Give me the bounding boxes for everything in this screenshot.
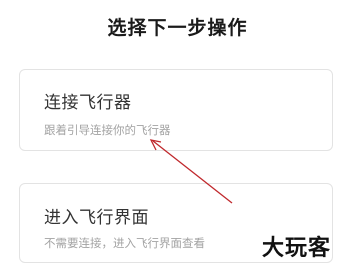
enter-flight-view-title: 进入飞行界面 bbox=[44, 208, 149, 228]
page-title: 选择下一步操作 bbox=[107, 17, 248, 39]
connect-aircraft-title: 连接飞行器 bbox=[44, 93, 132, 113]
enter-flight-view-description: 不需要连接，进入飞行界面查看 bbox=[44, 236, 205, 250]
watermark-logo: 大玩客 bbox=[262, 236, 332, 261]
connect-aircraft-option[interactable]: 连接飞行器 跟着引导连接你的飞行器 bbox=[19, 69, 333, 151]
connect-aircraft-description: 跟着引导连接你的飞行器 bbox=[44, 123, 171, 137]
